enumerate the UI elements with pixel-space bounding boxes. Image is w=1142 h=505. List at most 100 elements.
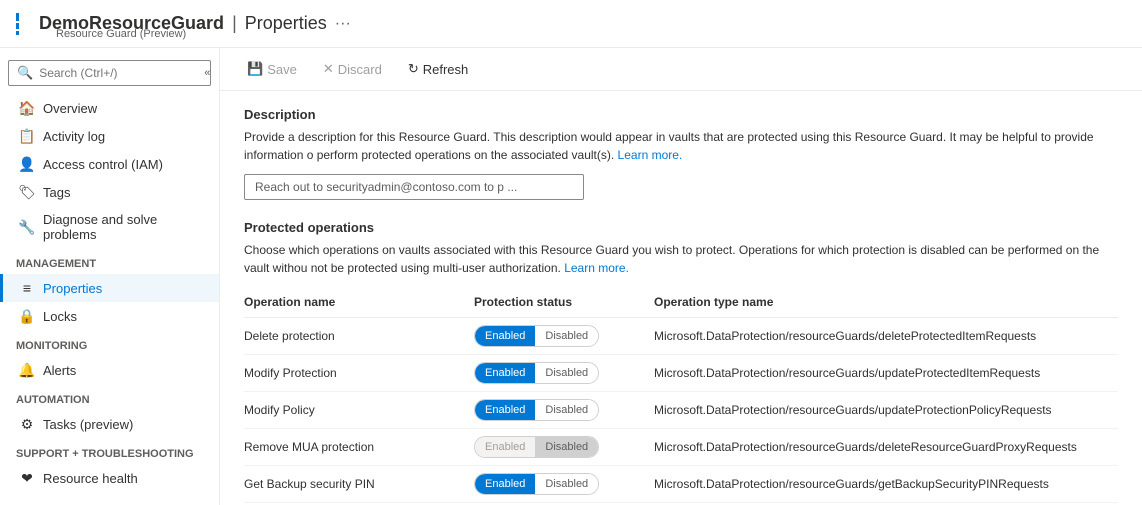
automation-section-label: Automation <box>0 384 219 410</box>
operation-type-name: Microsoft.DataProtection/resourceGuards/… <box>654 329 1118 343</box>
disabled-toggle-btn[interactable]: Disabled <box>535 326 598 346</box>
protection-status-toggle: Enabled Disabled <box>474 399 654 421</box>
diagnose-icon: 🔧 <box>19 219 35 235</box>
sidebar-item-properties[interactable]: ≡ Properties <box>0 274 219 302</box>
enabled-toggle-btn[interactable]: Enabled <box>475 326 535 346</box>
main-layout: 🔍 « 🏠 Overview 📋 Activity log 👤 Access c… <box>0 48 1142 505</box>
table-header: Operation name Protection status Operati… <box>244 287 1118 318</box>
search-icon: 🔍 <box>17 65 33 81</box>
sidebar-item-label: Activity log <box>43 129 105 144</box>
save-label: Save <box>267 62 297 77</box>
disabled-toggle-btn[interactable]: Disabled <box>535 363 598 383</box>
toggle-group[interactable]: Enabled Disabled <box>474 436 599 458</box>
app-logo <box>16 13 27 35</box>
properties-icon: ≡ <box>19 280 35 296</box>
sidebar-item-alerts[interactable]: 🔔 Alerts <box>0 356 219 384</box>
description-input[interactable]: Reach out to securityadmin@contoso.com t… <box>244 174 584 200</box>
sidebar-item-label: Locks <box>43 309 77 324</box>
sidebar-item-iam[interactable]: 👤 Access control (IAM) <box>0 150 219 178</box>
support-section-label: Support + troubleshooting <box>0 438 219 464</box>
discard-label: Discard <box>338 62 382 77</box>
protected-operations-section: Protected operations Choose which operat… <box>244 220 1118 505</box>
sidebar-item-activity-log[interactable]: 📋 Activity log <box>0 122 219 150</box>
sidebar-item-label: Properties <box>43 281 102 296</box>
more-options-button[interactable]: ··· <box>335 15 351 33</box>
table-row: Delete protection Enabled Disabled Micro… <box>244 318 1118 355</box>
sidebar-item-diagnose[interactable]: 🔧 Diagnose and solve problems <box>0 206 219 248</box>
col-header-status: Protection status <box>474 295 654 309</box>
resource-health-icon: ❤ <box>19 470 35 486</box>
sidebar-item-label: Overview <box>43 101 97 116</box>
overview-icon: 🏠 <box>19 100 35 116</box>
activity-log-icon: 📋 <box>19 128 35 144</box>
save-button[interactable]: 💾 Save <box>236 56 308 82</box>
sidebar: 🔍 « 🏠 Overview 📋 Activity log 👤 Access c… <box>0 48 220 505</box>
sidebar-item-label: Tags <box>43 185 70 200</box>
sidebar-item-label: Alerts <box>43 363 76 378</box>
sidebar-item-tags[interactable]: 🏷 Tags <box>0 178 219 206</box>
toggle-group[interactable]: Enabled Disabled <box>474 399 599 421</box>
table-row: Modify Protection Enabled Disabled Micro… <box>244 355 1118 392</box>
table-row: Remove MUA protection Enabled Disabled M… <box>244 429 1118 466</box>
disabled-toggle-btn[interactable]: Disabled <box>535 474 598 494</box>
collapse-button[interactable]: « <box>200 67 214 79</box>
refresh-label: Refresh <box>423 62 469 77</box>
discard-button[interactable]: ✕ Discard <box>312 56 393 82</box>
operation-type-name: Microsoft.DataProtection/resourceGuards/… <box>654 477 1118 491</box>
table-body: Delete protection Enabled Disabled Micro… <box>244 318 1118 505</box>
tags-icon: 🏷 <box>19 184 35 200</box>
protection-status-toggle: Enabled Disabled <box>474 473 654 495</box>
enabled-toggle-btn[interactable]: Enabled <box>475 400 535 420</box>
management-section-label: Management <box>0 248 219 274</box>
disabled-toggle-btn[interactable]: Disabled <box>535 437 598 457</box>
sidebar-item-tasks[interactable]: ⚙ Tasks (preview) <box>0 410 219 438</box>
monitoring-section-label: Monitoring <box>0 330 219 356</box>
sidebar-item-overview[interactable]: 🏠 Overview <box>0 94 219 122</box>
header-separator: | <box>232 13 237 34</box>
enabled-toggle-btn[interactable]: Enabled <box>475 474 535 494</box>
disabled-toggle-btn[interactable]: Disabled <box>535 400 598 420</box>
table-row: Modify Policy Enabled Disabled Microsoft… <box>244 392 1118 429</box>
operation-name: Delete protection <box>244 329 474 343</box>
operation-type-name: Microsoft.DataProtection/resourceGuards/… <box>654 366 1118 380</box>
enabled-toggle-btn[interactable]: Enabled <box>475 437 535 457</box>
tasks-icon: ⚙ <box>19 416 35 432</box>
sidebar-item-locks[interactable]: 🔒 Locks <box>0 302 219 330</box>
page-title: Properties <box>245 13 327 34</box>
operation-name: Get Backup security PIN <box>244 477 474 491</box>
search-box[interactable]: 🔍 « <box>8 60 211 86</box>
description-text: Provide a description for this Resource … <box>244 128 1118 164</box>
sidebar-item-label: Diagnose and solve problems <box>43 212 203 242</box>
content-area: 💾 Save ✕ Discard ↻ Refresh Description P… <box>220 48 1142 505</box>
operation-type-name: Microsoft.DataProtection/resourceGuards/… <box>654 403 1118 417</box>
top-header: DemoResourceGuard | Properties ··· Resou… <box>0 0 1142 48</box>
refresh-icon: ↻ <box>408 61 419 77</box>
protection-status-toggle: Enabled Disabled <box>474 436 654 458</box>
refresh-button[interactable]: ↻ Refresh <box>397 56 479 82</box>
col-header-operation: Operation name <box>244 295 474 309</box>
col-header-type: Operation type name <box>654 295 1118 309</box>
toggle-group[interactable]: Enabled Disabled <box>474 362 599 384</box>
alerts-icon: 🔔 <box>19 362 35 378</box>
operation-name: Remove MUA protection <box>244 440 474 454</box>
search-input[interactable] <box>39 66 194 80</box>
resource-type-label: Resource Guard (Preview) <box>56 28 186 40</box>
protected-ops-text: Choose which operations on vaults associ… <box>244 241 1118 277</box>
operation-name: Modify Policy <box>244 403 474 417</box>
operation-type-name: Microsoft.DataProtection/resourceGuards/… <box>654 440 1118 454</box>
sidebar-item-label: Resource health <box>43 471 138 486</box>
toggle-group[interactable]: Enabled Disabled <box>474 325 599 347</box>
description-learn-more-link[interactable]: Learn more. <box>618 148 683 162</box>
sidebar-item-label: Tasks (preview) <box>43 417 133 432</box>
save-icon: 💾 <box>247 61 263 77</box>
enabled-toggle-btn[interactable]: Enabled <box>475 363 535 383</box>
sidebar-item-resource-health[interactable]: ❤ Resource health <box>0 464 219 492</box>
protection-status-toggle: Enabled Disabled <box>474 362 654 384</box>
description-title: Description <box>244 107 1118 122</box>
description-section: Description Provide a description for th… <box>244 107 1118 200</box>
protected-ops-learn-more-link[interactable]: Learn more. <box>564 261 629 275</box>
toggle-group[interactable]: Enabled Disabled <box>474 473 599 495</box>
table-row: Get Backup security PIN Enabled Disabled… <box>244 466 1118 503</box>
toolbar: 💾 Save ✕ Discard ↻ Refresh <box>220 48 1142 91</box>
content-body: Description Provide a description for th… <box>220 91 1142 505</box>
